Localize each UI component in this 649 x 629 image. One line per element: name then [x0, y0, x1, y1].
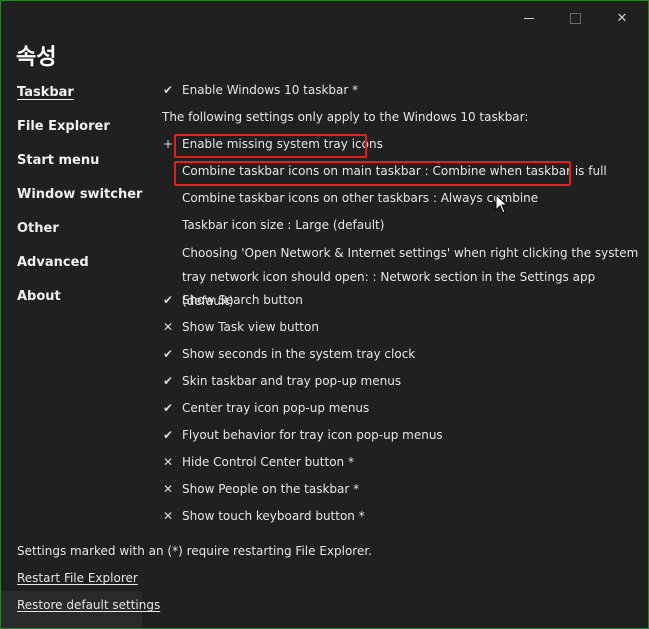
setting-hide-control-center[interactable]: ✕ Hide Control Center button * [161, 451, 641, 478]
setting-label: Flyout behavior for tray icon pop-up men… [182, 428, 443, 442]
setting-show-people[interactable]: ✕ Show People on the taskbar * [161, 478, 641, 505]
restart-note: Settings marked with an (*) require rest… [17, 544, 372, 558]
cross-icon: ✕ [162, 455, 174, 469]
setting-show-task-view-button[interactable]: ✕ Show Task view button [161, 316, 641, 343]
sidebar-nav: Taskbar File Explorer Start menu Window … [17, 81, 142, 319]
sidebar-item-other[interactable]: Other [17, 217, 142, 251]
mouse-cursor-icon [495, 194, 509, 214]
check-icon: ✔ [162, 428, 174, 442]
close-icon: ✕ [616, 10, 628, 26]
page-title: 속성 [16, 45, 57, 70]
setting-label: Show People on the taskbar * [182, 482, 360, 496]
setting-label: Show Search button [182, 293, 303, 307]
properties-window: ✕ 속성 Taskbar File Explorer Start menu Wi… [0, 0, 649, 629]
sidebar-item-taskbar[interactable]: Taskbar [17, 81, 142, 115]
minimize-button[interactable] [506, 5, 552, 31]
restart-file-explorer-link[interactable]: Restart File Explorer [17, 571, 138, 585]
setting-label: Combine taskbar icons on other taskbars … [182, 191, 539, 205]
sidebar-item-window-switcher[interactable]: Window switcher [17, 183, 142, 217]
restore-default-settings-link[interactable]: Restore default settings [17, 598, 160, 612]
setting-enable-windows-10-taskbar[interactable]: ✔ Enable Windows 10 taskbar * [161, 79, 641, 106]
check-icon: ✔ [162, 293, 174, 307]
setting-label: Hide Control Center button * [182, 455, 354, 469]
cross-icon: ✕ [162, 482, 174, 496]
setting-label: Show touch keyboard button * [182, 509, 365, 523]
sidebar-item-advanced[interactable]: Advanced [17, 251, 142, 285]
maximize-button[interactable] [552, 5, 598, 31]
settings-section-note: The following settings only apply to the… [161, 106, 641, 133]
sidebar-item-start-menu[interactable]: Start menu [17, 149, 142, 183]
check-icon: ✔ [162, 374, 174, 388]
maximize-icon [569, 12, 581, 24]
setting-show-search-button[interactable]: ✔ Show Search button [161, 289, 641, 316]
sidebar-item-file-explorer[interactable]: File Explorer [17, 115, 142, 149]
setting-show-touch-keyboard[interactable]: ✕ Show touch keyboard button * [161, 505, 641, 532]
setting-label: Show Task view button [182, 320, 319, 334]
setting-enable-missing-tray-icons[interactable]: + Enable missing system tray icons [161, 133, 641, 160]
setting-combine-main-taskbar[interactable]: Combine taskbar icons on main taskbar : … [161, 160, 641, 187]
cross-icon: ✕ [162, 509, 174, 523]
check-icon: ✔ [162, 401, 174, 415]
setting-flyout-behavior[interactable]: ✔ Flyout behavior for tray icon pop-up m… [161, 424, 641, 451]
setting-combine-other-taskbars[interactable]: Combine taskbar icons on other taskbars … [161, 187, 641, 214]
cross-icon: ✕ [162, 320, 174, 334]
setting-label: Enable Windows 10 taskbar * [182, 83, 359, 97]
setting-label: Center tray icon pop-up menus [182, 401, 370, 415]
setting-label: Show seconds in the system tray clock [182, 347, 416, 361]
plus-icon: + [162, 137, 174, 151]
check-icon: ✔ [162, 347, 174, 361]
setting-label: Skin taskbar and tray pop-up menus [182, 374, 402, 388]
setting-show-seconds-clock[interactable]: ✔ Show seconds in the system tray clock [161, 343, 641, 370]
setting-label: Combine taskbar icons on main taskbar : … [182, 164, 607, 178]
section-note-text: The following settings only apply to the… [162, 110, 529, 124]
setting-skin-menus[interactable]: ✔ Skin taskbar and tray pop-up menus [161, 370, 641, 397]
setting-taskbar-icon-size[interactable]: Taskbar icon size : Large (default) [161, 214, 641, 241]
setting-network-icon-action[interactable]: Choosing 'Open Network & Internet settin… [161, 241, 641, 308]
setting-center-tray-menus[interactable]: ✔ Center tray icon pop-up menus [161, 397, 641, 424]
close-button[interactable]: ✕ [599, 5, 645, 31]
setting-label: Taskbar icon size : Large (default) [182, 218, 385, 232]
sidebar-item-about[interactable]: About [17, 285, 142, 319]
setting-label: Enable missing system tray icons [182, 137, 383, 151]
check-icon: ✔ [162, 83, 174, 97]
minimize-icon [524, 17, 534, 19]
taskbar-settings-list: ✔ Enable Windows 10 taskbar * The follow… [161, 79, 641, 532]
